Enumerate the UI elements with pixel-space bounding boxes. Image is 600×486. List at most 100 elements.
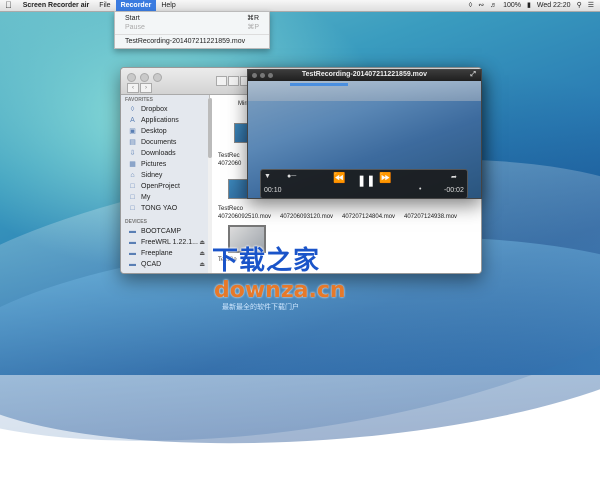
minimize-button[interactable]	[140, 73, 149, 82]
menu-help[interactable]: Help	[156, 0, 180, 11]
icon-view-button[interactable]	[216, 76, 227, 86]
video-menubar-preview	[248, 81, 481, 101]
sidebar-item-label: Downloads	[141, 150, 176, 157]
file-label[interactable]: TestReco	[218, 206, 243, 212]
watermark-tagline: 最新最全的软件下载门户	[222, 304, 299, 311]
sidebar-item-sidney[interactable]: ⌂ Sidney	[121, 170, 209, 181]
devices-header: DEVICES	[125, 219, 147, 225]
menu-item-pause: Pause ⌘P	[115, 23, 269, 32]
recorder-menu-dropdown: Start ⌘R Pause ⌘P TestRecording-20140721…	[114, 11, 270, 49]
app-name-menu[interactable]: Screen Recorder air	[18, 0, 95, 11]
volume-low-icon[interactable]: ▼	[264, 173, 271, 180]
menu-item-start-shortcut: ⌘R	[246, 15, 259, 22]
watermark-brand: 下载之家	[212, 246, 321, 276]
apple-menu-icon[interactable]: 	[0, 0, 18, 11]
sidebar-item-desktop[interactable]: ▣ Desktop	[121, 126, 209, 137]
menu-recorder[interactable]: Recorder	[115, 0, 157, 11]
player-titlebar[interactable]: TestRecording-201407211221859.mov ⤢	[248, 70, 481, 81]
fullscreen-icon[interactable]: ⤢	[470, 71, 476, 79]
finder-sidebar: FAVORITES ◊ Dropbox A Applications ▣ Deskto…	[121, 95, 210, 273]
downloads-icon: ⇩	[129, 149, 136, 157]
sidebar-item-label: QCAD	[141, 261, 162, 268]
sidebar-item-applications[interactable]: A Applications	[121, 115, 209, 126]
sidebar-item-downloads[interactable]: ⇩ Downloads	[121, 148, 209, 159]
sidebar-item-label: Pictures	[141, 161, 167, 168]
remaining-time: -00:02	[444, 187, 464, 194]
pause-icon[interactable]: ❚❚	[357, 174, 375, 187]
quicktime-player-window: TestRecording-201407211221859.mov ⤢ ▼ ●─…	[247, 69, 482, 199]
scrollbar-thumb[interactable]	[208, 98, 212, 158]
sidebar-item-qcad[interactable]: ▬ QCAD ⏏	[121, 259, 209, 270]
back-button[interactable]: ‹	[127, 83, 139, 93]
sidebar-item-label: Dropbox	[141, 106, 168, 113]
watermark-domain: downza.cn	[214, 278, 346, 303]
folder-icon: □	[130, 182, 135, 190]
battery-icon: ▮	[526, 2, 531, 9]
pictures-icon: ▦	[129, 160, 136, 168]
clock[interactable]: Wed 22:20	[537, 0, 571, 11]
file-label[interactable]: TestRec	[218, 153, 240, 159]
eject-icon[interactable]: ⏏	[199, 239, 205, 246]
sidebar-item-freewrl[interactable]: ▬ FreeWRL 1.22.1... ⏏	[121, 237, 209, 248]
forward-button[interactable]: ›	[140, 83, 152, 93]
sidebar-item-label: TONG YAO	[141, 205, 178, 212]
volume-slider[interactable]: ●─	[287, 173, 296, 180]
menu-item-recent-recording[interactable]: TestRecording-201407211221859.mov	[115, 37, 269, 46]
sidebar-item-label: OpenProject	[141, 183, 180, 190]
disk-image-icon: ▬	[129, 249, 136, 257]
notification-center-icon[interactable]: ☰	[588, 0, 594, 11]
drive-icon: ▬	[129, 227, 136, 235]
spotlight-icon[interactable]: ⚲	[577, 0, 582, 11]
video-highlight	[290, 83, 348, 86]
sidebar-item-pictures[interactable]: ▦ Pictures	[121, 159, 209, 170]
menu-item-pause-shortcut: ⌘P	[247, 24, 259, 31]
sidebar-item-my[interactable]: □ My	[121, 192, 209, 203]
file-label[interactable]: 4072060	[218, 161, 241, 167]
status-area: ◊ ∾ ♬ 100% ▮ Wed 22:20 ⚲ ☰	[469, 0, 600, 11]
volume-icon[interactable]: ♬	[490, 0, 497, 11]
sidebar-item-tong-yao[interactable]: □ TONG YAO	[121, 203, 209, 214]
file-label[interactable]: 407206092510.mov	[218, 214, 271, 220]
sidebar-item-label: BOOTCAMP	[141, 228, 182, 235]
disk-image-icon: ▬	[129, 260, 136, 268]
documents-icon: ▤	[129, 138, 136, 146]
fast-forward-icon[interactable]: ⏩	[379, 173, 391, 184]
zoom-button[interactable]	[153, 73, 162, 82]
eject-icon[interactable]: ⏏	[199, 250, 205, 257]
favorites-header: FAVORITES	[125, 97, 153, 103]
close-button[interactable]	[127, 73, 136, 82]
scrubber-playhead[interactable]: •	[419, 186, 421, 193]
file-label[interactable]: 407207124804.mov	[342, 214, 395, 220]
sidebar-item-label: My	[141, 194, 151, 201]
playback-controls: ▼ ●─ ⏪ ❚❚ ⏩ ➦ 00:10 • -00:02	[260, 169, 468, 198]
menu-separator	[115, 34, 269, 35]
sidebar-item-label: FreeWRL 1.22.1...	[141, 239, 198, 246]
sidebar-item-documents[interactable]: ▤ Documents	[121, 137, 209, 148]
applications-icon: A	[130, 116, 135, 124]
battery-percent[interactable]: 100%	[503, 0, 521, 11]
file-label[interactable]: 407207124938.mov	[404, 214, 457, 220]
sidebar-item-dropbox[interactable]: ◊ Dropbox	[121, 104, 209, 115]
sidebar-item-bootcamp[interactable]: ▬ BOOTCAMP	[121, 226, 209, 237]
rewind-icon[interactable]: ⏪	[333, 173, 345, 184]
window-controls	[127, 73, 162, 82]
elapsed-time: 00:10	[264, 187, 282, 194]
folder-icon: □	[130, 193, 135, 201]
wifi-icon[interactable]: ∾	[478, 0, 484, 11]
menu-item-start-label: Start	[125, 15, 140, 22]
share-icon[interactable]: ➦	[451, 173, 457, 181]
dropbox-status-icon[interactable]: ◊	[469, 0, 472, 11]
menu-file[interactable]: File	[94, 0, 115, 11]
sidebar-item-label: Freeplane	[141, 250, 173, 257]
sidebar-item-openproject[interactable]: □ OpenProject	[121, 181, 209, 192]
list-view-button[interactable]	[228, 76, 239, 86]
menu-item-start[interactable]: Start ⌘R	[115, 14, 269, 23]
nav-buttons: ‹ ›	[127, 83, 152, 93]
sidebar-item-freeplane[interactable]: ▬ Freeplane ⏏	[121, 248, 209, 259]
eject-icon[interactable]: ⏏	[199, 261, 205, 268]
file-label[interactable]: 407206093120.mov	[280, 214, 333, 220]
sidebar-item-label: Applications	[141, 117, 179, 124]
sidebar-item-label: Documents	[141, 139, 177, 146]
sidebar-item-label: Sidney	[141, 172, 163, 179]
sidebar-item-label: Desktop	[141, 128, 167, 135]
